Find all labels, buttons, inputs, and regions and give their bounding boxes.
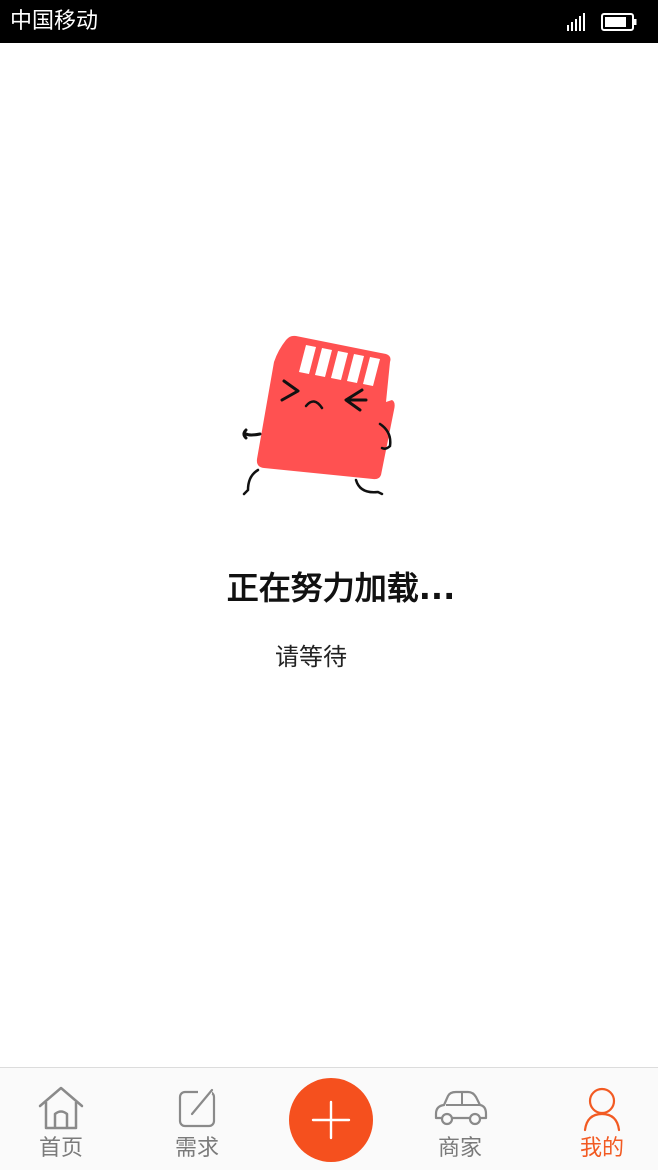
edit-icon (178, 1086, 216, 1128)
plus-icon (311, 1100, 351, 1140)
battery-icon (601, 13, 637, 31)
carrier-name: 中国移动 (10, 9, 99, 34)
car-icon (434, 1090, 488, 1126)
app-screen: 中国移动 正在努力加载... 请等待 首页 需求 商家 我的 (0, 0, 658, 1170)
tab-home[interactable]: 首页 (0, 1068, 126, 1170)
sd-card-mascot-icon (242, 335, 395, 496)
status-bar: 中国移动 (0, 0, 658, 43)
tab-merchants[interactable]: 商家 (395, 1068, 525, 1170)
signal-bars-icon (567, 13, 585, 31)
tab-requirements-label: 需求 (174, 1136, 219, 1161)
tab-requirements[interactable]: 需求 (132, 1068, 262, 1170)
add-button[interactable] (289, 1078, 373, 1162)
home-icon (38, 1086, 84, 1130)
tab-mine-label: 我的 (579, 1136, 624, 1161)
tab-home-label: 首页 (38, 1136, 83, 1161)
tab-mine[interactable]: 我的 (537, 1068, 658, 1170)
user-icon (583, 1087, 621, 1132)
loading-subtitle: 请等待 (275, 643, 347, 671)
loading-title: 正在努力加载... (226, 569, 456, 607)
tab-merchants-label: 商家 (437, 1136, 482, 1161)
